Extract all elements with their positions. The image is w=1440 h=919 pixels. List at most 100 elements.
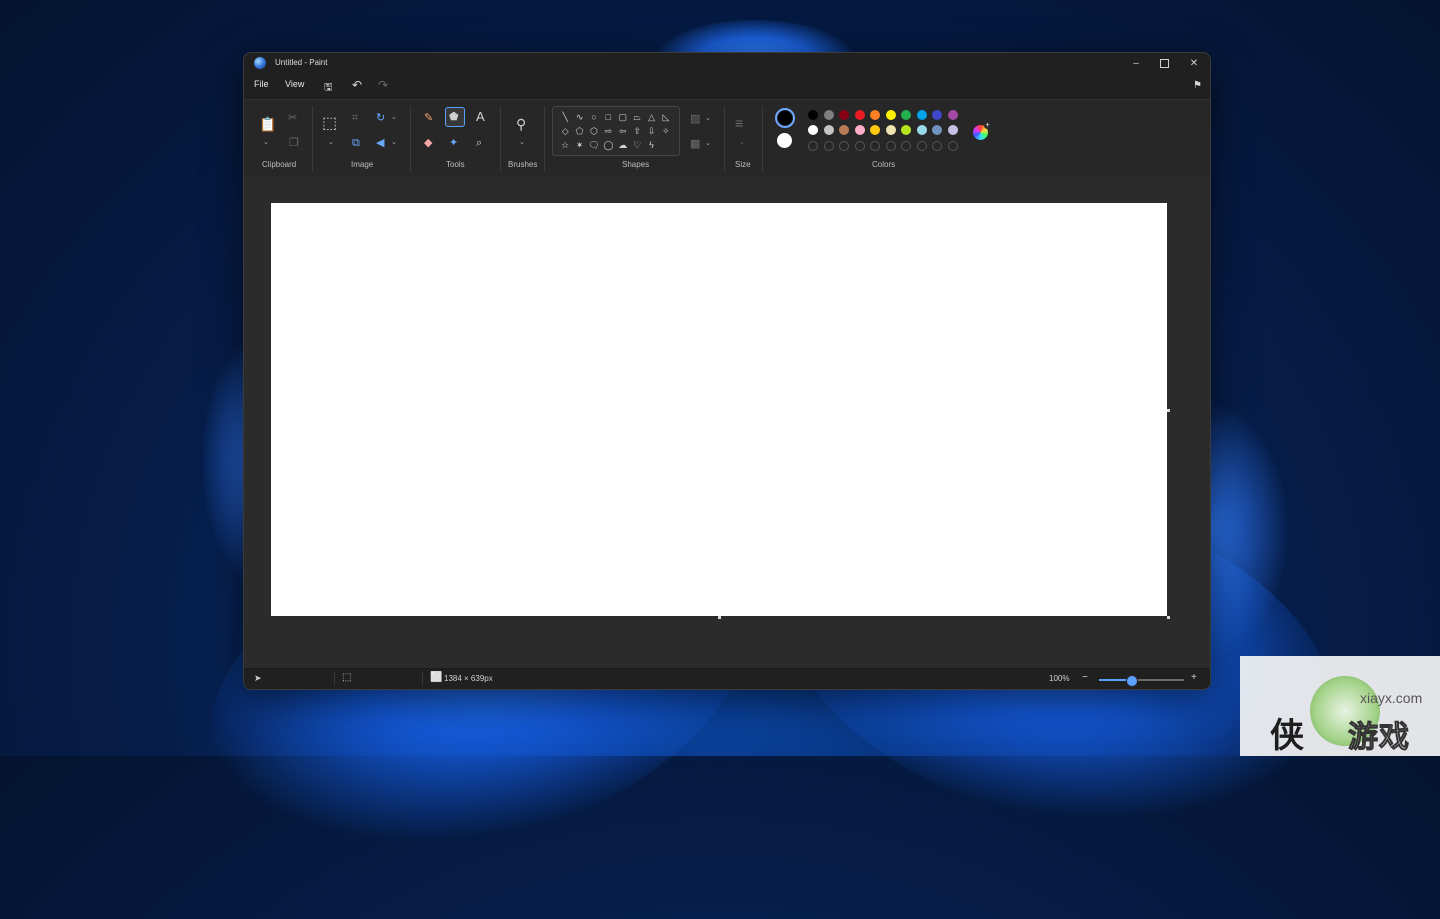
minimize-button[interactable]: – — [1122, 53, 1150, 73]
up-arrow-shape-icon[interactable]: ⇧ — [631, 125, 643, 137]
right-triangle-shape-icon[interactable]: ◺ — [660, 111, 672, 123]
resize-handle-bottom[interactable] — [718, 616, 721, 619]
rounded-rectangle-shape-icon[interactable]: ▢ — [617, 111, 629, 123]
custom-color-slot[interactable] — [932, 141, 942, 151]
callout-cloud-shape-icon[interactable]: ☁ — [617, 139, 629, 151]
maximize-button[interactable] — [1150, 53, 1178, 73]
oval-shape-icon[interactable]: ○ — [588, 111, 600, 123]
resize-handle-corner[interactable] — [1167, 616, 1170, 619]
callout-oval-shape-icon[interactable]: ◯ — [602, 139, 614, 151]
zoom-in-icon[interactable]: + — [1191, 672, 1197, 683]
color-swatch[interactable] — [854, 125, 865, 135]
close-button[interactable]: ✕ — [1180, 53, 1208, 73]
pentagon-shape-icon[interactable]: ⬠ — [573, 125, 585, 137]
custom-color-slot[interactable] — [916, 141, 927, 151]
custom-color-slot[interactable] — [839, 141, 849, 151]
size-icon[interactable]: ≡ — [735, 116, 743, 130]
zoom-slider-thumb[interactable] — [1126, 675, 1139, 687]
title-bar[interactable]: Untitled - Paint – ✕ — [244, 53, 1210, 73]
shape-fill-icon[interactable]: ▩ — [690, 138, 700, 150]
color-swatch[interactable] — [808, 110, 818, 120]
color-swatch[interactable] — [932, 110, 942, 120]
shapes-gallery[interactable]: ╲ ∿ ○ □ ▢ ⏢ △ ◺ ◇ ⬠ ⬡ ⇨ ⇦ ⇧ ⇩ ✧ ☆ ✶ 🗨 ◯ … — [552, 106, 680, 156]
custom-color-slot[interactable] — [870, 141, 880, 151]
menu-file[interactable]: File — [254, 79, 269, 89]
six-point-star-shape-icon[interactable]: ✶ — [573, 139, 585, 151]
primary-color[interactable] — [775, 108, 795, 128]
zoom-level[interactable]: 100% — [1049, 674, 1069, 683]
brush-icon[interactable]: ⚲ — [516, 117, 526, 131]
custom-color-slot[interactable] — [823, 141, 834, 151]
paste-icon[interactable]: 📋 — [259, 117, 276, 131]
size-dropdown-icon[interactable]: ⌄ — [739, 138, 745, 146]
outline-icon[interactable]: ▧ — [690, 113, 700, 125]
curve-shape-icon[interactable]: ∿ — [573, 111, 585, 123]
flip-dropdown-icon[interactable]: ⌄ — [391, 138, 397, 146]
flip-icon[interactable]: ◀ — [376, 137, 384, 149]
lightning-shape-icon[interactable]: ϟ — [645, 139, 657, 151]
secondary-color[interactable] — [777, 133, 792, 148]
color-swatch[interactable] — [901, 110, 911, 120]
text-icon[interactable]: A — [476, 110, 485, 123]
triangle-shape-icon[interactable]: △ — [645, 111, 657, 123]
drawing-canvas[interactable] — [271, 203, 1167, 616]
select-icon[interactable]: ⬚ — [322, 116, 337, 132]
outline-dropdown-icon[interactable]: ⌄ — [705, 114, 711, 122]
custom-color-slot[interactable] — [885, 141, 896, 151]
color-swatch[interactable] — [839, 125, 849, 135]
hexagon-shape-icon[interactable]: ⬡ — [588, 125, 600, 137]
color-swatch[interactable] — [916, 110, 927, 120]
heart-shape-icon[interactable]: ♡ — [631, 139, 643, 151]
custom-color-slot[interactable] — [947, 141, 958, 151]
rotate-dropdown-icon[interactable]: ⌄ — [391, 113, 397, 121]
redo-icon[interactable]: ↷ — [378, 78, 388, 92]
callout-rect-shape-icon[interactable]: 🗨 — [588, 139, 600, 151]
fill-dropdown-icon[interactable]: ⌄ — [705, 139, 711, 147]
color-swatch[interactable] — [932, 125, 942, 135]
resize-handle-right[interactable] — [1167, 409, 1170, 412]
color-swatch[interactable] — [870, 125, 880, 135]
color-swatch[interactable] — [885, 110, 896, 120]
diamond-shape-icon[interactable]: ◇ — [559, 125, 571, 137]
zoom-slider[interactable] — [1099, 675, 1184, 687]
eraser-icon[interactable]: ◆ — [424, 137, 432, 149]
fill-bucket-icon[interactable]: ⬟ — [449, 111, 459, 123]
pencil-icon[interactable]: ✎ — [424, 112, 433, 124]
share-icon[interactable]: ⚑ — [1193, 80, 1202, 91]
brushes-dropdown-icon[interactable]: ⌄ — [519, 138, 525, 146]
resize-icon[interactable]: ⧉ — [352, 137, 360, 149]
five-point-star-shape-icon[interactable]: ☆ — [559, 139, 571, 151]
copy-icon[interactable]: ❐ — [289, 137, 299, 149]
zoom-out-icon[interactable]: − — [1082, 672, 1088, 683]
custom-color-slot[interactable] — [808, 141, 818, 151]
polygon-shape-icon[interactable]: ⏢ — [631, 111, 643, 123]
color-swatch[interactable] — [808, 125, 818, 135]
rectangle-shape-icon[interactable]: □ — [602, 111, 614, 123]
color-swatch[interactable] — [854, 110, 865, 120]
color-swatch[interactable] — [823, 110, 834, 120]
rotate-icon[interactable]: ↻ — [376, 112, 385, 124]
color-swatch[interactable] — [916, 125, 927, 135]
color-picker-icon[interactable]: ✦ — [449, 137, 458, 149]
undo-icon[interactable]: ↶ — [352, 78, 362, 92]
right-arrow-shape-icon[interactable]: ⇨ — [602, 125, 614, 137]
color-swatch[interactable] — [947, 125, 958, 135]
color-swatch[interactable] — [885, 125, 896, 135]
paste-dropdown-icon[interactable]: ⌄ — [263, 138, 269, 146]
menu-view[interactable]: View — [285, 79, 304, 89]
custom-color-slot[interactable] — [854, 141, 865, 151]
save-icon[interactable]: 🖫 — [324, 80, 333, 97]
magnifier-icon[interactable]: ⌕ — [476, 137, 482, 149]
color-swatch[interactable] — [901, 125, 911, 135]
custom-color-slot[interactable] — [901, 141, 911, 151]
crop-icon[interactable]: ⌗ — [352, 112, 358, 124]
color-swatch[interactable] — [870, 110, 880, 120]
color-swatch[interactable] — [823, 125, 834, 135]
line-shape-icon[interactable]: ╲ — [559, 111, 571, 123]
four-point-star-shape-icon[interactable]: ✧ — [660, 125, 672, 137]
left-arrow-shape-icon[interactable]: ⇦ — [617, 125, 629, 137]
color-swatch[interactable] — [947, 110, 958, 120]
cut-icon[interactable]: ✂ — [288, 112, 297, 124]
select-dropdown-icon[interactable]: ⌄ — [328, 138, 334, 146]
down-arrow-shape-icon[interactable]: ⇩ — [645, 125, 657, 137]
